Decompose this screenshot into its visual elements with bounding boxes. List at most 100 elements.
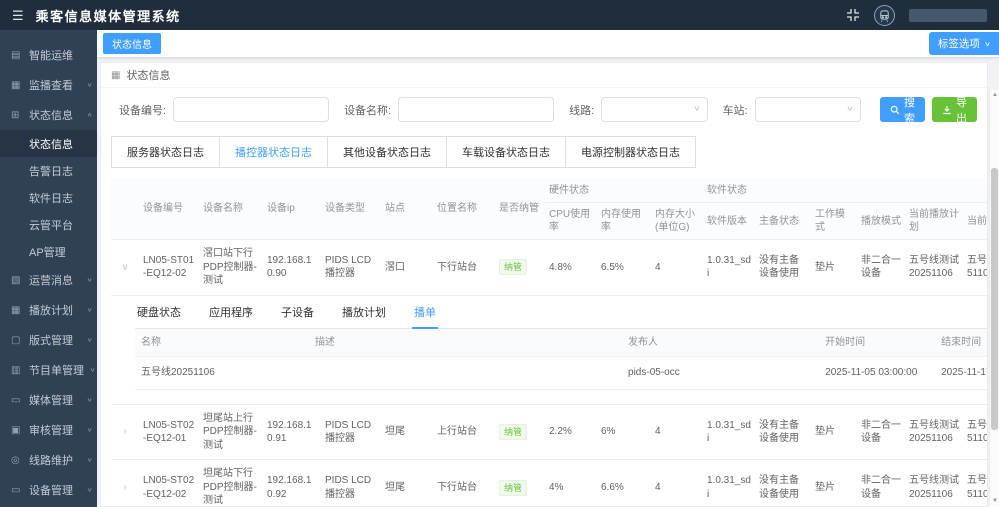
sidebar-subitem-status-info[interactable]: 状态信息 bbox=[0, 130, 97, 157]
cell-mem_size: 4 bbox=[651, 240, 703, 296]
col-header-type: 设备类型 bbox=[321, 178, 381, 240]
playlist-col-header: 描述 bbox=[309, 329, 622, 357]
grid-icon: ▦ bbox=[111, 70, 120, 81]
sidebar-item-label: 运营消息 bbox=[29, 272, 73, 288]
sidebar-item-device-mgmt[interactable]: ▭设备管理∨ bbox=[0, 475, 97, 505]
expand-row-icon[interactable]: › bbox=[115, 425, 135, 439]
status-card: ▦ 状态信息 设备编号:设备名称:线路:∨车站:∨搜索导出 服务器状态日志播控器… bbox=[100, 62, 988, 507]
cell-expand: ∨ bbox=[111, 240, 139, 296]
log-tab-2[interactable]: 其他设备状态日志 bbox=[327, 136, 447, 168]
vertical-scrollbar[interactable]: ▲ ▼ bbox=[989, 90, 999, 507]
sidebar-item-line-maint[interactable]: ◎线路维护∨ bbox=[0, 445, 97, 475]
cell-master: 没有主备设备使用 bbox=[755, 240, 811, 296]
cell-location: 下行站台 bbox=[433, 460, 495, 507]
header-row-groups: 设备编号设备名称设备ip设备类型站点位置名称是否纳管硬件状态软件状态 bbox=[111, 178, 988, 203]
cell-type: PIDS LCD播控器 bbox=[321, 240, 381, 296]
cell-sw_version: 1.0.31_sdi bbox=[703, 240, 755, 296]
expand-row-icon[interactable]: › bbox=[115, 481, 135, 495]
chevron-down-icon: ∨ bbox=[693, 104, 701, 112]
sidebar-item-smart-ops[interactable]: ▤智能运维 bbox=[0, 40, 97, 70]
sidebar-item-status-info[interactable]: ⊞状态信息∧ bbox=[0, 100, 97, 130]
program-mgmt-icon: ▥ bbox=[11, 365, 23, 376]
cell-master: 没有主备设备使用 bbox=[755, 404, 811, 460]
menu-toggle-icon[interactable]: ☰ bbox=[12, 9, 24, 22]
search-button[interactable]: 搜索 bbox=[880, 97, 925, 122]
sidebar-item-media-mgmt[interactable]: ▭媒体管理∨ bbox=[0, 385, 97, 415]
sidebar-subitem-software-log[interactable]: 软件日志 bbox=[0, 184, 97, 211]
sidebar-subitem-alarm-log[interactable]: 告警日志 bbox=[0, 157, 97, 184]
tab-status-info[interactable]: 状态信息 bbox=[103, 33, 161, 54]
col-header-master: 主备状态 bbox=[755, 203, 811, 240]
cell-work_mode: 垫片 bbox=[811, 240, 857, 296]
log-tab-0[interactable]: 服务器状态日志 bbox=[111, 136, 220, 168]
sidebar-item-label: 状态信息 bbox=[29, 107, 73, 123]
cell-station: 滘口 bbox=[381, 240, 433, 296]
cell-sw_version: 1.0.31_sdi bbox=[703, 404, 755, 460]
group-header-sw: 软件状态 bbox=[703, 178, 988, 203]
device-code-input[interactable] bbox=[173, 97, 329, 122]
cell-mem: 6.5% bbox=[597, 240, 651, 296]
breadcrumb: ▦ 状态信息 bbox=[101, 63, 987, 88]
col-header-location: 位置名称 bbox=[433, 178, 495, 240]
playlist-header-row: 名称描述发布人开始时间结束时间更新时间 bbox=[135, 329, 988, 357]
device-name-input[interactable] bbox=[398, 97, 554, 122]
fullscreen-icon[interactable] bbox=[846, 8, 860, 22]
export-button-label: 导出 bbox=[956, 94, 967, 126]
playlist-col-header: 开始时间 bbox=[819, 329, 935, 357]
cell-plan: 五号线测试20251106 bbox=[905, 404, 963, 460]
topbar-right bbox=[846, 5, 987, 26]
col-header-play_mode: 播放模式 bbox=[857, 203, 905, 240]
sidebar-item-program-mgmt[interactable]: ▥节目单管理∨ bbox=[0, 355, 97, 385]
scroll-down-icon[interactable]: ▼ bbox=[990, 498, 999, 504]
log-tab-4[interactable]: 电源控制器状态日志 bbox=[565, 136, 696, 168]
detail-tab-0[interactable]: 硬盘状态 bbox=[135, 300, 183, 329]
submenu-status-info: 状态信息告警日志软件日志云管平台AP管理 bbox=[0, 130, 97, 265]
cell-expand: › bbox=[111, 404, 139, 460]
sidebar-item-ops-message[interactable]: ▧运营消息∨ bbox=[0, 265, 97, 295]
filter-label-device-name: 设备名称: bbox=[344, 102, 391, 118]
playlist-cell: 五号线20251106 bbox=[135, 357, 309, 390]
line-select[interactable]: ∨ bbox=[601, 97, 707, 122]
tag-options-button[interactable]: 标签选项 ∨ bbox=[929, 32, 999, 55]
tag-options-label: 标签选项 bbox=[938, 36, 980, 51]
export-button[interactable]: 导出 bbox=[932, 97, 977, 122]
detail-tab-4[interactable]: 播单 bbox=[412, 300, 438, 330]
collapse-row-icon[interactable]: ∨ bbox=[115, 261, 135, 275]
playlist-cell: pids-05-occ bbox=[622, 357, 819, 390]
col-header-managed: 是否纳管 bbox=[495, 178, 545, 240]
cell-cpu: 4% bbox=[545, 460, 597, 507]
detail-tab-3[interactable]: 播放计划 bbox=[340, 300, 388, 329]
log-tab-1[interactable]: 播控器状态日志 bbox=[219, 136, 328, 168]
cell-plan: 五号线测试20251106 bbox=[905, 240, 963, 296]
col-header-cpu: CPU使用率 bbox=[545, 203, 597, 240]
cell-ip: 192.168.10.92 bbox=[263, 460, 321, 507]
cell-code: LN05-ST02-EQ12-01 bbox=[139, 404, 199, 460]
cell-name: 坦尾站下行PDP控制器-测试 bbox=[199, 460, 263, 507]
cell-managed: 纳管 bbox=[495, 404, 545, 460]
sidebar-item-play-plan[interactable]: ▦播放计划∨ bbox=[0, 295, 97, 325]
ops-message-icon: ▧ bbox=[11, 275, 23, 286]
col-header-ip: 设备ip bbox=[263, 178, 321, 240]
detail-tab-1[interactable]: 应用程序 bbox=[207, 300, 255, 329]
sidebar-item-monitor-view[interactable]: ▦监播查看∨ bbox=[0, 70, 97, 100]
sidebar-item-label: 智能运维 bbox=[29, 47, 73, 63]
playlist-col-header: 发布人 bbox=[622, 329, 819, 357]
scroll-up-icon[interactable]: ▲ bbox=[990, 92, 999, 98]
detail-panel: 硬盘状态应用程序子设备播放计划播单名称描述发布人开始时间结束时间更新时间五号线2… bbox=[111, 295, 988, 404]
col-header-expand bbox=[111, 178, 139, 240]
sidebar-subitem-ap-mgmt[interactable]: AP管理 bbox=[0, 238, 97, 265]
scrollbar-thumb[interactable] bbox=[991, 168, 998, 430]
sidebar-subitem-cloud-platform[interactable]: 云管平台 bbox=[0, 211, 97, 238]
detail-tab-2[interactable]: 子设备 bbox=[279, 300, 316, 329]
app-title: 乘客信息媒体管理系统 bbox=[36, 6, 181, 25]
cell-mem_size: 4 bbox=[651, 460, 703, 507]
chevron-down-icon: ∨ bbox=[86, 487, 92, 493]
cell-ip: 192.168.10.91 bbox=[263, 404, 321, 460]
sidebar-item-layout-mgmt[interactable]: ▢版式管理∨ bbox=[0, 325, 97, 355]
user-avatar[interactable] bbox=[874, 5, 895, 26]
sidebar-item-audit-mgmt[interactable]: ▣审核管理∨ bbox=[0, 415, 97, 445]
cell-name: 滘口站下行PDP控制器-测试 bbox=[199, 240, 263, 296]
log-tab-3[interactable]: 车载设备状态日志 bbox=[446, 136, 566, 168]
cell-location: 下行站台 bbox=[433, 240, 495, 296]
station-select[interactable]: ∨ bbox=[755, 97, 861, 122]
